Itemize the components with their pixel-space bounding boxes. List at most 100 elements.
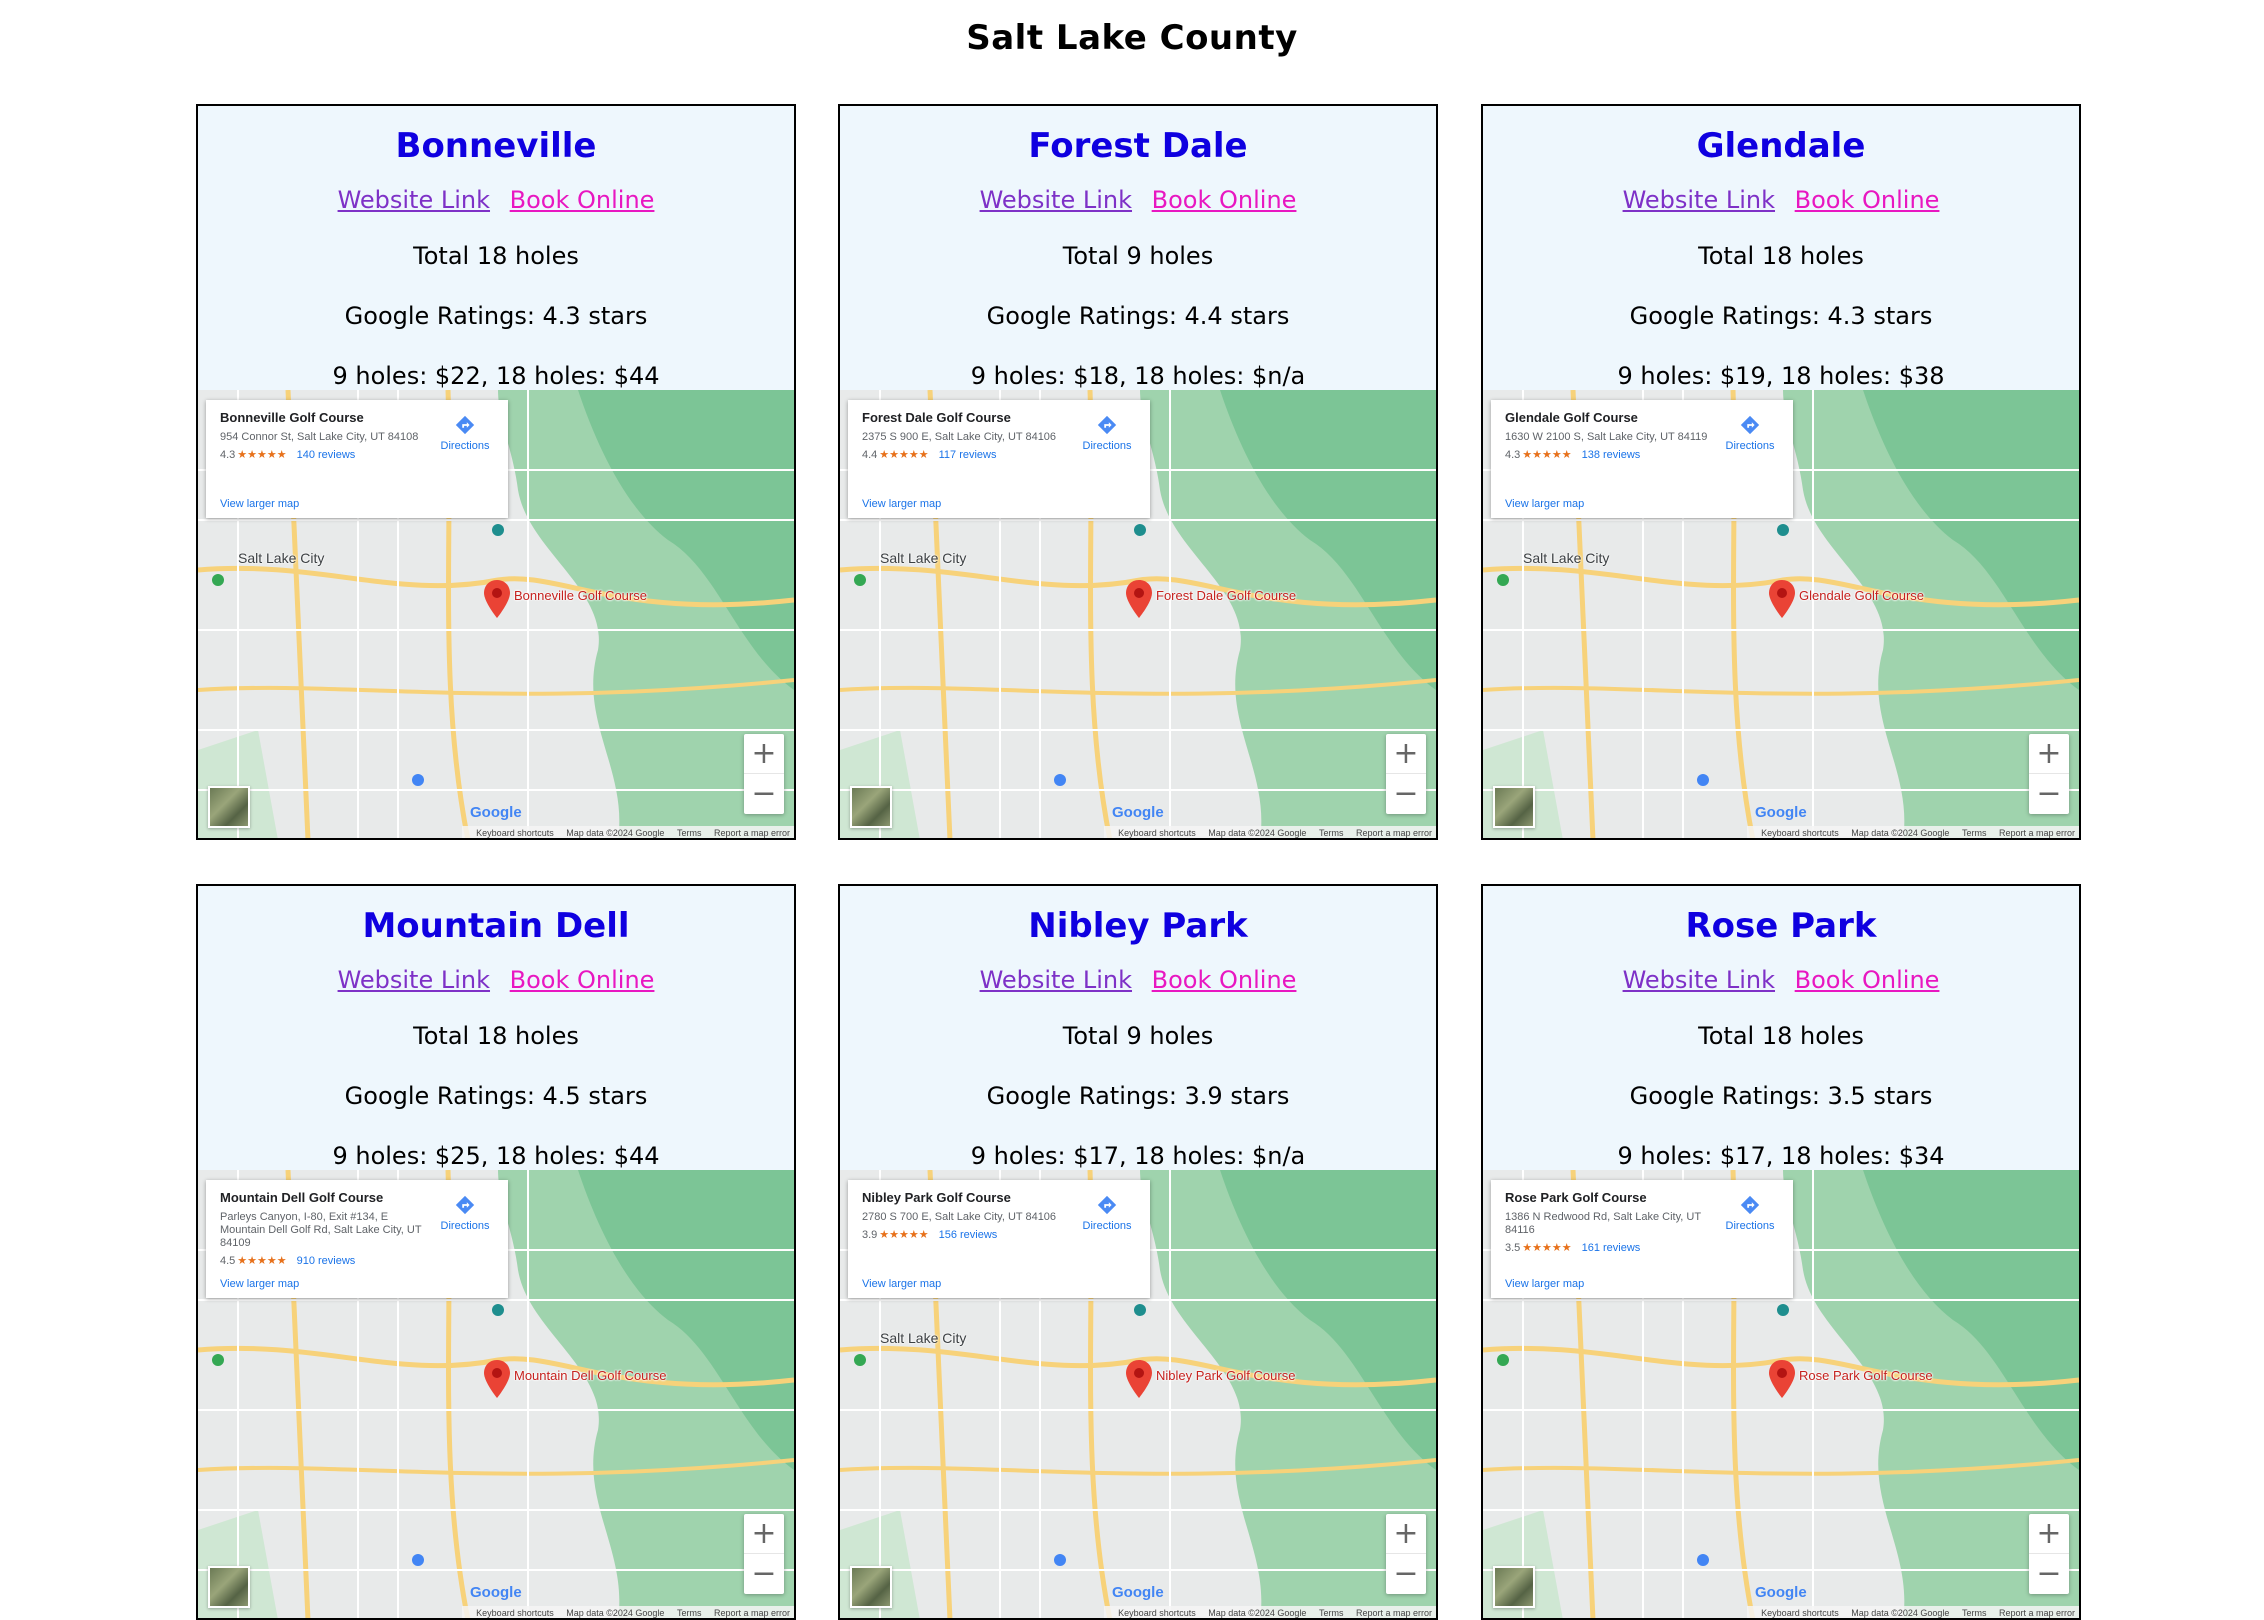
- satellite-toggle[interactable]: [1493, 1566, 1535, 1608]
- book-online-link[interactable]: Book Online: [510, 186, 655, 214]
- course-name: Forest Dale: [1028, 126, 1248, 166]
- terms-link[interactable]: Terms: [1319, 1608, 1344, 1618]
- zoom-in-button[interactable]: +: [744, 1514, 784, 1554]
- embedded-map[interactable]: Nibley Park Golf Course 2780 S 700 E, Sa…: [840, 1170, 1436, 1618]
- report-error-link[interactable]: Report a map error: [1356, 828, 1432, 838]
- star-icons: ★★★★★: [237, 1255, 287, 1267]
- zoom-out-button[interactable]: −: [744, 774, 784, 814]
- view-larger-map-link[interactable]: View larger map: [1505, 1278, 1584, 1290]
- pin-label: Forest Dale Golf Course: [1156, 588, 1297, 603]
- location-pin-icon[interactable]: [1769, 1360, 1795, 1398]
- view-larger-map-link[interactable]: View larger map: [220, 1278, 299, 1290]
- location-pin-icon[interactable]: [1769, 580, 1795, 618]
- reviews-link[interactable]: 138 reviews: [1582, 449, 1641, 461]
- terms-link[interactable]: Terms: [1319, 828, 1344, 838]
- terms-link[interactable]: Terms: [1962, 1608, 1987, 1618]
- view-larger-map-link[interactable]: View larger map: [862, 1278, 941, 1290]
- terms-link[interactable]: Terms: [677, 1608, 702, 1618]
- book-online-link[interactable]: Book Online: [1152, 966, 1297, 994]
- view-larger-map-link[interactable]: View larger map: [1505, 498, 1584, 510]
- zoom-out-button[interactable]: −: [1386, 1554, 1426, 1594]
- keyboard-shortcuts-link[interactable]: Keyboard shortcuts: [1118, 1608, 1196, 1618]
- directions-button[interactable]: Directions: [432, 1194, 498, 1232]
- place-info-card: Forest Dale Golf Course 2375 S 900 E, Sa…: [848, 400, 1150, 518]
- course-links: Website Link Book Online: [198, 186, 794, 214]
- keyboard-shortcuts-link[interactable]: Keyboard shortcuts: [1761, 828, 1839, 838]
- website-link[interactable]: Website Link: [1623, 966, 1775, 994]
- directions-button[interactable]: Directions: [432, 414, 498, 452]
- book-online-link[interactable]: Book Online: [1795, 966, 1940, 994]
- website-link[interactable]: Website Link: [980, 186, 1132, 214]
- website-link[interactable]: Website Link: [1623, 186, 1775, 214]
- directions-button[interactable]: Directions: [1074, 1194, 1140, 1232]
- website-link[interactable]: Website Link: [338, 186, 490, 214]
- report-error-link[interactable]: Report a map error: [714, 1608, 790, 1618]
- map-data-text: Map data ©2024 Google: [1208, 828, 1307, 838]
- map-data-text: Map data ©2024 Google: [1851, 828, 1950, 838]
- zoom-in-button[interactable]: +: [2029, 1514, 2069, 1554]
- google-logo: Google: [1112, 1584, 1164, 1601]
- place-address: 954 Connor St, Salt Lake City, UT 84108: [220, 431, 419, 443]
- zoom-out-button[interactable]: −: [744, 1554, 784, 1594]
- directions-button[interactable]: Directions: [1074, 414, 1140, 452]
- star-icons: ★★★★★: [1522, 449, 1572, 461]
- course-card: Mountain Dell Website Link Book Online T…: [196, 884, 796, 1620]
- directions-button[interactable]: Directions: [1717, 414, 1783, 452]
- view-larger-map-link[interactable]: View larger map: [220, 498, 299, 510]
- location-pin-icon[interactable]: [484, 580, 510, 618]
- embedded-map[interactable]: Mountain Dell Golf Course Parleys Canyon…: [198, 1170, 794, 1618]
- zoom-in-button[interactable]: +: [1386, 1514, 1426, 1554]
- view-larger-map-link[interactable]: View larger map: [862, 498, 941, 510]
- place-address: Parleys Canyon, I-80, Exit #134, E Mount…: [220, 1211, 422, 1249]
- google-logo-text: Google: [1755, 804, 1807, 821]
- report-error-link[interactable]: Report a map error: [714, 828, 790, 838]
- satellite-toggle[interactable]: [1493, 786, 1535, 828]
- website-link[interactable]: Website Link: [338, 966, 490, 994]
- page-title: Salt Lake County: [966, 18, 1298, 58]
- embedded-map[interactable]: Bonneville Golf Course 954 Connor St, Sa…: [198, 390, 794, 838]
- zoom-in-button[interactable]: +: [1386, 734, 1426, 774]
- zoom-in-button[interactable]: +: [744, 734, 784, 774]
- location-pin-icon[interactable]: [1126, 580, 1152, 618]
- book-online-link[interactable]: Book Online: [1152, 186, 1297, 214]
- report-error-link[interactable]: Report a map error: [1356, 1608, 1432, 1618]
- map-data-text: Map data ©2024 Google: [566, 828, 665, 838]
- report-error-link[interactable]: Report a map error: [1999, 1608, 2075, 1618]
- reviews-link[interactable]: 117 reviews: [939, 449, 997, 461]
- reviews-link[interactable]: 910 reviews: [297, 1255, 356, 1267]
- report-error-link[interactable]: Report a map error: [1999, 828, 2075, 838]
- keyboard-shortcuts-link[interactable]: Keyboard shortcuts: [1118, 828, 1196, 838]
- satellite-toggle[interactable]: [850, 1566, 892, 1608]
- location-pin-icon[interactable]: [1126, 1360, 1152, 1398]
- keyboard-shortcuts-link[interactable]: Keyboard shortcuts: [476, 1608, 554, 1618]
- reviews-link[interactable]: 156 reviews: [939, 1229, 998, 1241]
- website-link[interactable]: Website Link: [980, 966, 1132, 994]
- map-attribution: Keyboard shortcuts Map data ©2024 Google…: [462, 826, 794, 838]
- place-info-card: Nibley Park Golf Course 2780 S 700 E, Sa…: [848, 1180, 1150, 1298]
- reviews-link[interactable]: 161 reviews: [1582, 1242, 1641, 1254]
- embedded-map[interactable]: Rose Park Golf Course 1386 N Redwood Rd,…: [1483, 1170, 2079, 1618]
- keyboard-shortcuts-link[interactable]: Keyboard shortcuts: [1761, 1608, 1839, 1618]
- satellite-toggle[interactable]: [850, 786, 892, 828]
- book-online-link[interactable]: Book Online: [510, 966, 655, 994]
- star-icons: ★★★★★: [879, 449, 929, 461]
- embedded-map[interactable]: Glendale Golf Course 1630 W 2100 S, Salt…: [1483, 390, 2079, 838]
- keyboard-shortcuts-link[interactable]: Keyboard shortcuts: [476, 828, 554, 838]
- book-online-link[interactable]: Book Online: [1795, 186, 1940, 214]
- place-info-card: Mountain Dell Golf Course Parleys Canyon…: [206, 1180, 508, 1298]
- zoom-in-button[interactable]: +: [2029, 734, 2069, 774]
- location-pin-icon[interactable]: [484, 1360, 510, 1398]
- zoom-out-button[interactable]: −: [2029, 1554, 2069, 1594]
- embedded-map[interactable]: Forest Dale Golf Course 2375 S 900 E, Sa…: [840, 390, 1436, 838]
- course-links: Website Link Book Online: [1483, 966, 2079, 994]
- reviews-link[interactable]: 140 reviews: [297, 449, 356, 461]
- zoom-out-button[interactable]: −: [1386, 774, 1426, 814]
- directions-button[interactable]: Directions: [1717, 1194, 1783, 1232]
- zoom-controls: + −: [1386, 734, 1426, 814]
- satellite-toggle[interactable]: [208, 1566, 250, 1608]
- satellite-toggle[interactable]: [208, 786, 250, 828]
- terms-link[interactable]: Terms: [677, 828, 702, 838]
- course-links: Website Link Book Online: [1483, 186, 2079, 214]
- zoom-out-button[interactable]: −: [2029, 774, 2069, 814]
- terms-link[interactable]: Terms: [1962, 828, 1987, 838]
